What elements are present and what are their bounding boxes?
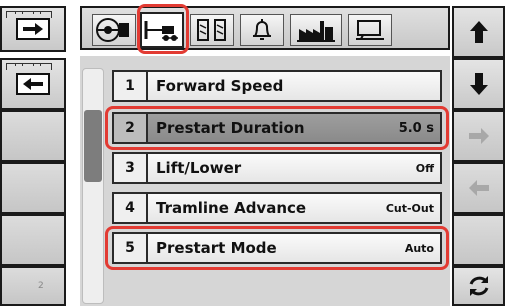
row-value: Off (415, 161, 434, 175)
scrollbar-thumb[interactable] (84, 110, 102, 182)
refresh-icon (469, 276, 488, 296)
row-label: Tramline Advance (156, 199, 307, 217)
right-key-5[interactable] (452, 214, 505, 266)
tramline-icon (197, 19, 226, 41)
refresh-button[interactable] (452, 266, 505, 306)
scroll-down-button[interactable] (452, 58, 505, 110)
highlight-prestart-mode (105, 226, 449, 270)
page-number: 2 (38, 281, 44, 291)
bell-icon (253, 19, 271, 40)
row-number: 4 (114, 194, 148, 222)
back-button[interactable] (452, 162, 505, 214)
factory-icon (297, 21, 335, 42)
left-key-4[interactable] (0, 162, 66, 214)
setting-row-tramline-advance[interactable]: 4 Tramline Advance Cut-Out (112, 192, 442, 224)
scrollbar-track[interactable] (82, 68, 104, 304)
row-number: 1 (114, 72, 148, 100)
arrow-down-icon (469, 73, 488, 95)
arrow-up-icon (469, 21, 488, 43)
highlight-prestart-duration (105, 106, 449, 150)
setting-row-lift-lower[interactable]: 3 Lift/Lower Off (112, 152, 442, 184)
tab-display[interactable] (348, 14, 392, 46)
row-value: Cut-Out (385, 201, 434, 215)
tab-tractor[interactable] (92, 14, 136, 46)
row-number: 3 (114, 154, 148, 182)
tractor-icon (96, 18, 129, 42)
row-label: Lift/Lower (156, 159, 242, 177)
arrow-left-icon (468, 180, 489, 196)
tab-mark-icon (6, 11, 52, 18)
arrow-left-icon (16, 73, 50, 95)
arrow-right-icon (16, 18, 50, 40)
tab-tramline[interactable] (190, 14, 234, 46)
left-key-6[interactable] (0, 266, 66, 306)
tab-mark-icon (6, 63, 52, 70)
left-key-3[interactable] (0, 110, 66, 162)
scroll-up-button[interactable] (452, 6, 505, 58)
left-key-2[interactable] (0, 58, 66, 110)
next-button[interactable] (452, 110, 505, 162)
left-key-1[interactable] (0, 6, 66, 52)
row-label: Forward Speed (156, 77, 284, 95)
arrow-right-icon (468, 128, 489, 144)
setting-row-forward-speed[interactable]: 1 Forward Speed (112, 70, 442, 102)
tab-bar (80, 6, 450, 50)
terminal-screen: 2 1 Forward Speed 2 Prestart Duration 5.… (0, 0, 505, 306)
tab-factory[interactable] (290, 14, 342, 46)
highlight-seeder-tab (137, 4, 189, 54)
left-key-5[interactable] (0, 214, 66, 266)
terminal-icon (356, 20, 384, 40)
tab-alarm[interactable] (240, 14, 284, 46)
